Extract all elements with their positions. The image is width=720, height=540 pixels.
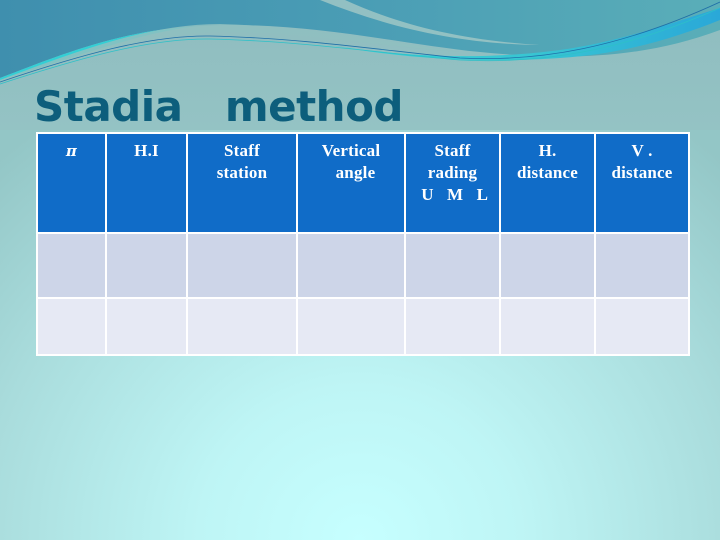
header-staff-station: Staff station <box>188 134 296 232</box>
header-hi: H.I <box>107 134 186 232</box>
table-cell <box>298 298 404 354</box>
header-pi: π <box>38 134 105 232</box>
header-staff-station-line-2: station <box>216 163 268 182</box>
header-h-distance-line-1: H. <box>538 141 557 160</box>
header-staff-reading-line-1: Staff <box>434 141 471 160</box>
header-hi-label: H.I <box>134 141 159 160</box>
slide-title: Stadia method <box>34 82 403 131</box>
table-cell <box>406 298 499 354</box>
header-staff-reading-line-3: U M L <box>416 185 489 204</box>
header-v-distance-line-2: distance <box>611 163 673 182</box>
table-cell <box>38 234 105 297</box>
header-vertical-angle: Vertical angle <box>298 134 404 232</box>
table-cell <box>501 298 594 354</box>
table-cell <box>38 298 105 354</box>
table-cell <box>406 234 499 297</box>
header-v-distance: V . distance <box>596 134 688 232</box>
table-cell <box>596 234 688 297</box>
header-staff-reading: Staff rading U M L <box>406 134 499 232</box>
header-v-distance-line-1: V . <box>631 141 653 160</box>
table-header-row: π H.I Staff station Vertical angle Staff… <box>38 134 688 232</box>
header-pi-symbol: π <box>65 142 78 160</box>
table-cell <box>107 234 186 297</box>
header-h-distance-line-2: distance <box>516 163 579 182</box>
header-vertical-angle-line-1: Vertical <box>321 141 381 160</box>
table-cell <box>596 298 688 354</box>
table-cell <box>188 298 296 354</box>
header-staff-reading-line-2: rading <box>427 163 478 182</box>
table-row <box>38 234 688 297</box>
header-vertical-angle-line-2: angle <box>326 163 376 182</box>
table-row <box>38 298 688 354</box>
header-h-distance: H. distance <box>501 134 594 232</box>
table-cell <box>107 298 186 354</box>
stadia-observation-table: π H.I Staff station Vertical angle Staff… <box>36 132 690 356</box>
header-staff-station-line-1: Staff <box>224 141 260 160</box>
table-cell <box>298 234 404 297</box>
stadia-table-container: π H.I Staff station Vertical angle Staff… <box>36 132 690 356</box>
table-cell <box>188 234 296 297</box>
table-cell <box>501 234 594 297</box>
